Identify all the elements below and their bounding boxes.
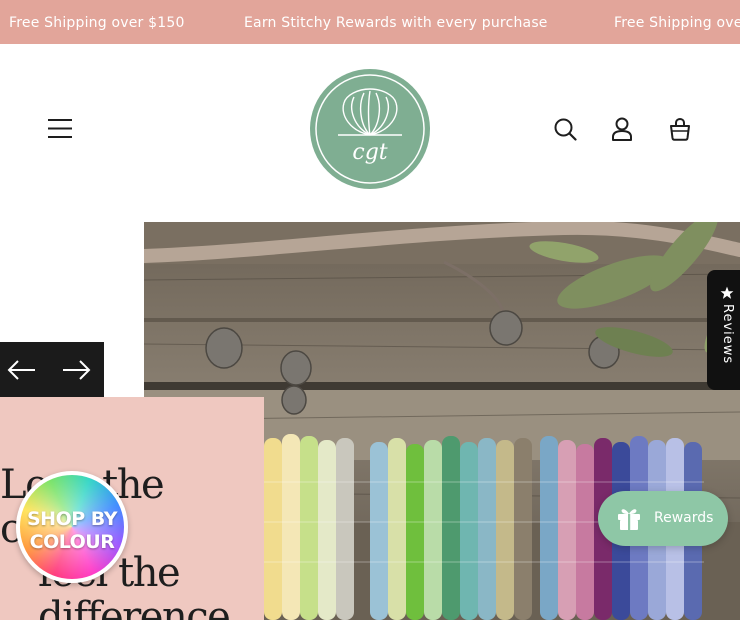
hero-heading-line: difference xyxy=(38,594,231,620)
user-icon[interactable] xyxy=(611,117,633,141)
shop-by-colour-label: SHOP BY COLOUR xyxy=(27,508,117,553)
search-icon[interactable] xyxy=(553,117,577,141)
gift-icon xyxy=(618,509,640,530)
shop-by-colour-button[interactable]: SHOP BY COLOUR xyxy=(16,471,128,583)
announcement-bar: Free Shipping over $150 Earn Stitchy Rew… xyxy=(0,0,740,44)
hamburger-menu-icon[interactable] xyxy=(48,118,73,139)
logo-text: cgt xyxy=(352,140,387,165)
rewards-button-label: Rewards xyxy=(654,510,714,526)
shopping-bag-icon[interactable] xyxy=(668,117,692,141)
reviews-tab-label: Reviews xyxy=(720,304,735,365)
reviews-tab[interactable]: Reviews xyxy=(707,270,740,390)
announcement-item[interactable]: Free Shipping over $150 xyxy=(9,14,185,32)
star-icon xyxy=(720,286,734,299)
announcement-item[interactable]: Earn Stitchy Rewards with every purchase xyxy=(244,14,548,32)
announcement-item[interactable]: Free Shipping over $150 xyxy=(614,14,740,32)
arrow-left-icon[interactable] xyxy=(0,342,52,397)
rewards-button[interactable]: Rewards xyxy=(598,491,728,546)
slider-controls xyxy=(0,342,104,397)
brand-logo[interactable]: cgt xyxy=(310,69,430,189)
arrow-right-icon[interactable] xyxy=(52,342,104,397)
